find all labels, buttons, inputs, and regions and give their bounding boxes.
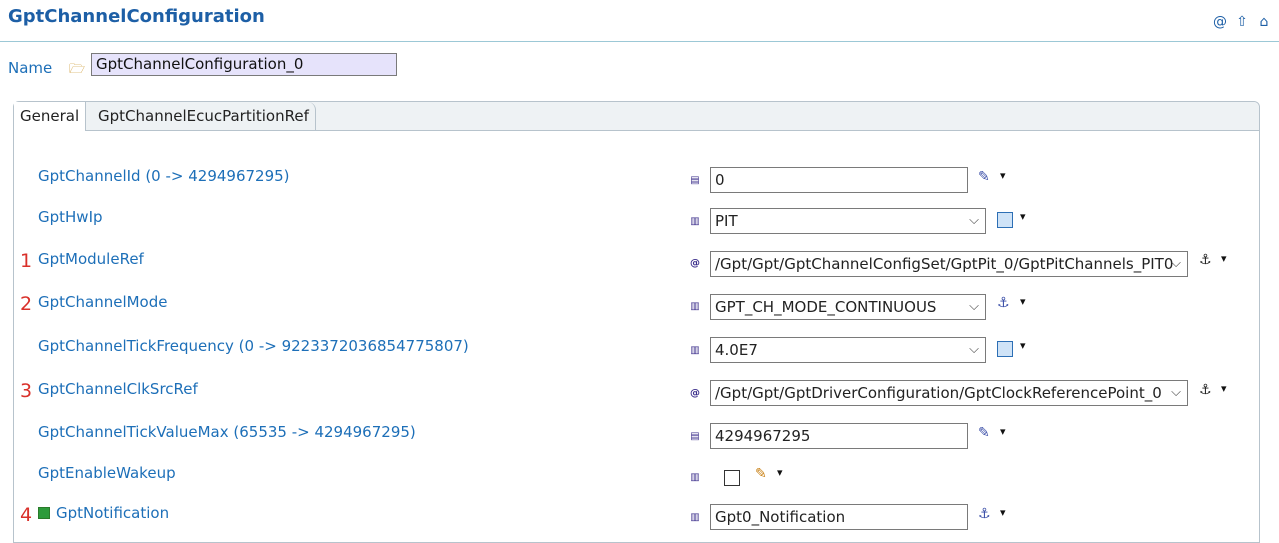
param-row-gptmoduleref: 1 GptModuleRef @ /Gpt/Gpt/GptChannelConf…: [0, 250, 1279, 280]
param-row-gptenablewakeup: GptEnableWakeup ▥ ✎ ▾: [0, 464, 1279, 494]
link-icon[interactable]: ⚓: [1199, 252, 1212, 268]
param-label: GptEnableWakeup: [38, 464, 176, 482]
dropdown-arrow-icon[interactable]: ▾: [1000, 506, 1006, 519]
param-row-gptchannelclksrcref: 3 GptChannelClkSrcRef @ /Gpt/Gpt/GptDriv…: [0, 380, 1279, 410]
dropdown-arrow-icon[interactable]: ▾: [1000, 169, 1006, 182]
param-row-gptchannelmode: 2 GptChannelMode ▥ GPT_CH_MODE_CONTINUOU…: [0, 293, 1279, 323]
reference-type-icon: @: [690, 388, 700, 399]
marker-number: 1: [20, 250, 33, 272]
combo-arrow-icon: ⌵: [969, 299, 979, 314]
link-icon[interactable]: ⚓: [1199, 382, 1212, 398]
param-label: GptChannelMode: [38, 293, 168, 311]
dropdown-arrow-icon[interactable]: ▾: [1000, 425, 1006, 438]
gptmoduleref-select[interactable]: /Gpt/Gpt/GptChannelConfigSet/GptPit_0/Gp…: [710, 251, 1188, 277]
dropdown-arrow-icon[interactable]: ▾: [1020, 339, 1026, 352]
edit-icon[interactable]: ✎: [978, 425, 990, 441]
marker-number: 2: [20, 293, 33, 315]
combo-arrow-icon: ⌵: [969, 342, 979, 357]
marker-number: 3: [20, 380, 33, 402]
title-divider: [0, 41, 1279, 42]
gptchannelmode-select[interactable]: GPT_CH_MODE_CONTINUOUS ⌵: [710, 294, 986, 320]
function-type-icon: ▥: [690, 512, 700, 523]
gptchanneltickvaluemax-input[interactable]: 4294967295: [710, 423, 968, 449]
table-icon[interactable]: [997, 212, 1013, 228]
dropdown-arrow-icon[interactable]: ▾: [1020, 210, 1026, 223]
table-icon[interactable]: [997, 341, 1013, 357]
tab-gptchannelecucpartitionref[interactable]: GptChannelEcucPartitionRef: [92, 102, 316, 130]
edit-icon[interactable]: ✎: [978, 169, 990, 185]
param-row-gptchannelid: GptChannelId (0 -> 4294967295) ▤ 0 ✎ ▾: [0, 167, 1279, 197]
integer-type-icon: ▤: [690, 431, 700, 442]
param-row-gptchanneltickvaluemax: GptChannelTickValueMax (65535 -> 4294967…: [0, 423, 1279, 453]
tab-bar: General GptChannelEcucPartitionRef: [14, 102, 1259, 131]
param-label: GptModuleRef: [38, 250, 144, 268]
link-icon[interactable]: ⚓: [978, 506, 991, 522]
param-label: GptNotification: [56, 504, 170, 522]
optional-param-icon[interactable]: [38, 507, 50, 519]
header-toolbar: @ ⇧ ⌂: [1213, 14, 1271, 30]
at-icon[interactable]: @: [1213, 14, 1227, 30]
integer-type-icon: ▤: [690, 175, 700, 186]
enum-type-icon: ▥: [690, 216, 700, 227]
combo-arrow-icon: ⌵: [1171, 385, 1181, 400]
reference-type-icon: @: [690, 258, 700, 269]
dropdown-arrow-icon[interactable]: ▾: [1221, 382, 1227, 395]
marker-number: 4: [20, 504, 33, 526]
param-row-gpthwip: GptHwIp ▥ PIT ⌵ ▾: [0, 208, 1279, 238]
dropdown-arrow-icon[interactable]: ▾: [1221, 252, 1227, 265]
param-label: GptChannelTickFrequency (0 -> 9223372036…: [38, 337, 469, 355]
gptnotification-input[interactable]: Gpt0_Notification: [710, 504, 968, 530]
up-arrow-icon[interactable]: ⇧: [1235, 14, 1249, 30]
param-row-gptnotification: 4 GptNotification ▥ Gpt0_Notification ⚓ …: [0, 504, 1279, 534]
gptenablewakeup-checkbox[interactable]: [724, 470, 740, 486]
folder-icon: 🗁: [69, 62, 86, 77]
name-field[interactable]: GptChannelConfiguration_0: [91, 53, 397, 76]
edit-icon[interactable]: ✎: [755, 466, 767, 482]
float-type-icon: ▥: [690, 345, 700, 356]
link-icon[interactable]: ⚓: [997, 295, 1010, 311]
param-row-gptchanneltickfrequency: GptChannelTickFrequency (0 -> 9223372036…: [0, 337, 1279, 367]
boolean-type-icon: ▥: [690, 472, 700, 483]
tab-general[interactable]: General: [14, 102, 87, 131]
combo-arrow-icon: ⌵: [969, 213, 979, 228]
gptchanneltickfrequency-select[interactable]: 4.0E7 ⌵: [710, 337, 986, 363]
name-label: Name: [8, 59, 53, 77]
combo-arrow-icon: ⌵: [1171, 256, 1181, 271]
param-label: GptHwIp: [38, 208, 103, 226]
dropdown-arrow-icon[interactable]: ▾: [1020, 295, 1026, 308]
dropdown-arrow-icon[interactable]: ▾: [777, 466, 783, 479]
param-label: GptChannelId (0 -> 4294967295): [38, 167, 290, 185]
gptchannelclksrcref-select[interactable]: /Gpt/Gpt/GptDriverConfiguration/GptClock…: [710, 380, 1188, 406]
page-title: GptChannelConfiguration: [8, 6, 265, 27]
home-icon[interactable]: ⌂: [1257, 14, 1271, 30]
gptchannelid-input[interactable]: 0: [710, 167, 968, 193]
gpthwip-select[interactable]: PIT ⌵: [710, 208, 986, 234]
param-label: GptChannelTickValueMax (65535 -> 4294967…: [38, 423, 416, 441]
param-label: GptChannelClkSrcRef: [38, 380, 198, 398]
enum-type-icon: ▥: [690, 301, 700, 312]
